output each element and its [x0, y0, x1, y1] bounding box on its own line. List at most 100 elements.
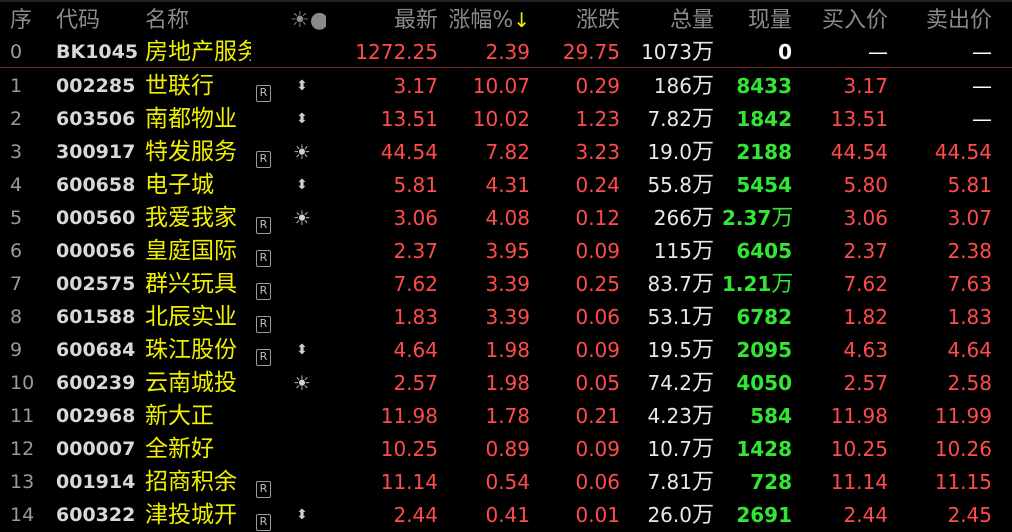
last-price: 44.54 [380, 140, 438, 164]
table-row[interactable]: 5 000560 我爱我家 R ☀ 3.06 4.08 0.12 266万 2.37万 3.06 3.… [0, 202, 1012, 235]
last-price: 11.98 [380, 404, 438, 428]
price-change: 3.23 [575, 140, 620, 164]
margin-badge-cell: R [256, 499, 272, 532]
table-row[interactable]: 12 000007 全新好 10.25 0.89 0.09 10.7万 1428 10.25 10… [0, 433, 1012, 466]
sun-flag-icon: ☀ [293, 206, 311, 230]
column-header-flags[interactable]: ☀● [290, 4, 326, 37]
stock-name: 招商积余 [145, 469, 237, 495]
total-volume-unit: 万 [691, 206, 714, 231]
current-volume: 6405 [722, 235, 792, 268]
table-row[interactable]: 4 600658 电子城 ⬍ 5.81 4.31 0.24 55.8万 5454 5.80 5.81 [0, 169, 1012, 202]
change-percent: 4.08 [485, 206, 530, 230]
stock-code: 000560 [56, 207, 136, 229]
total-volume-unit: 万 [691, 140, 714, 165]
margin-badge-cell [256, 433, 272, 466]
row-index: 9 [10, 339, 23, 361]
total-volume-unit: 万 [691, 437, 714, 462]
stock-name: 皇庭国际 [145, 238, 237, 264]
column-header-code[interactable]: 代码 [56, 4, 140, 37]
column-header-name[interactable]: 名称 [145, 4, 251, 37]
stock-code: 002285 [56, 75, 136, 97]
margin-badge-cell [256, 367, 272, 400]
sector-change: 29.75 [562, 40, 620, 64]
sector-change-percent: 2.39 [485, 40, 530, 64]
column-header-index[interactable]: 序 [10, 4, 44, 37]
current-volume: 1.21万 [722, 268, 792, 301]
total-volume-unit: 万 [691, 272, 714, 297]
bid-price: 10.25 [830, 437, 888, 461]
last-price: 7.62 [393, 272, 438, 296]
table-row[interactable]: 3 300917 特发服务 R ☀ 44.54 7.82 3.23 19.0万 2188 44.54… [0, 136, 1012, 169]
sector-row[interactable]: 0 BK1045 房地产服务 1272.25 2.39 29.75 1073万 … [0, 36, 1012, 69]
stock-name: 全新好 [145, 436, 214, 462]
ask-price: 1.83 [947, 305, 992, 329]
margin-trading-badge-icon: R [256, 283, 271, 300]
ask-price: 2.58 [947, 371, 992, 395]
current-volume-value: 6405 [736, 239, 792, 263]
total-volume: 83.7万 [628, 268, 714, 301]
total-volume: 19.0万 [628, 136, 714, 169]
table-row[interactable]: 13 001914 招商积余 R 11.14 0.54 0.06 7.81万 728 11.14 1… [0, 466, 1012, 499]
stock-name: 津投城开 [145, 502, 237, 528]
column-header-last-price[interactable]: 最新 [330, 4, 438, 37]
table-row[interactable]: 8 601588 北辰实业 R 1.83 3.39 0.06 53.1万 6782 1.82 1.8… [0, 301, 1012, 334]
column-header-bid-price[interactable]: 买入价 [800, 4, 888, 37]
last-price: 3.17 [393, 74, 438, 98]
table-row[interactable]: 2 603506 南都物业 ⬍ 13.51 10.02 1.23 7.82万 1842 13.51… [0, 103, 1012, 136]
last-price: 2.57 [393, 371, 438, 395]
row-index: 13 [10, 471, 35, 493]
stock-code: 300917 [56, 141, 136, 163]
sector-name: 房地产服务 [145, 39, 251, 65]
updown-flag-icon: ⬍ [296, 342, 308, 358]
stock-code: 600658 [56, 174, 136, 196]
change-percent: 1.78 [485, 404, 530, 428]
column-header-change[interactable]: 涨跌 [540, 4, 620, 37]
change-percent: 3.95 [485, 239, 530, 263]
column-header-ask-price[interactable]: 卖出价 [898, 4, 992, 37]
bid-price: 11.98 [830, 404, 888, 428]
table-row[interactable]: 10 600239 云南城投 ☀ 2.57 1.98 0.05 74.2万 4050 2.57 2.… [0, 367, 1012, 400]
table-row[interactable]: 7 002575 群兴玩具 R 7.62 3.39 0.25 83.7万 1.21万 7.62 7.… [0, 268, 1012, 301]
current-volume: 2691 [722, 499, 792, 532]
current-volume-unit: 万 [771, 272, 792, 297]
table-row[interactable]: 9 600684 珠江股份 R ⬍ 4.64 1.98 0.09 19.5万 2095 4.63 4.… [0, 334, 1012, 367]
column-header-current-volume[interactable]: 现量 [722, 4, 792, 37]
current-volume-unit: 万 [771, 206, 792, 231]
bid-price: 3.17 [843, 74, 888, 98]
price-change: 0.01 [575, 503, 620, 527]
row-index: 3 [10, 141, 23, 163]
total-volume: 26.0万 [628, 499, 714, 532]
current-volume-value: 5454 [736, 173, 792, 197]
table-row[interactable]: 1 002285 世联行 R ⬍ 3.17 10.07 0.29 186万 8433 3.17 — [0, 70, 1012, 103]
stock-name: 珠江股份 [145, 337, 237, 363]
table-row[interactable]: 11 002968 新大正 11.98 1.78 0.21 4.23万 584 11.98 11.… [0, 400, 1012, 433]
table-row[interactable]: 14 600322 津投城开 R ⬍ 2.44 0.41 0.01 26.0万 2691 2.44 2… [0, 499, 1012, 532]
updown-flag-icon [290, 400, 314, 433]
total-volume: 74.2万 [628, 367, 714, 400]
column-header-change-percent[interactable]: 涨幅%↓ [445, 4, 530, 37]
stock-code: 001914 [56, 471, 136, 493]
total-volume-value: 83.7 [647, 272, 692, 296]
ask-price: 3.07 [947, 206, 992, 230]
row-index: 12 [10, 438, 35, 460]
ask-price: — [972, 107, 992, 131]
total-volume-unit: 万 [691, 173, 714, 198]
ask-price: 7.63 [947, 272, 992, 296]
margin-badge-cell: R [256, 136, 272, 169]
column-header-total-volume[interactable]: 总量 [628, 4, 714, 37]
stock-name: 我爱我家 [145, 205, 237, 231]
total-volume: 53.1万 [628, 301, 714, 334]
table-header-row: 序 代码 名称 ☀● 最新 涨幅%↓ 涨跌 总量 现量 买入价 卖出价 [0, 4, 1012, 37]
ask-price: 44.54 [934, 140, 992, 164]
updown-flag-icon: ⬍ [296, 111, 308, 127]
bid-price: 11.14 [830, 470, 888, 494]
last-price: 3.06 [393, 206, 438, 230]
row-index: 10 [10, 372, 35, 394]
total-volume: 115万 [628, 235, 714, 268]
current-volume-value: 4050 [736, 371, 792, 395]
price-change: 0.06 [575, 470, 620, 494]
stock-code: 600684 [56, 339, 136, 361]
bid-price: 44.54 [830, 140, 888, 164]
stock-name: 新大正 [145, 403, 214, 429]
table-row[interactable]: 6 000056 皇庭国际 R 2.37 3.95 0.09 115万 6405 2.37 2.38 [0, 235, 1012, 268]
